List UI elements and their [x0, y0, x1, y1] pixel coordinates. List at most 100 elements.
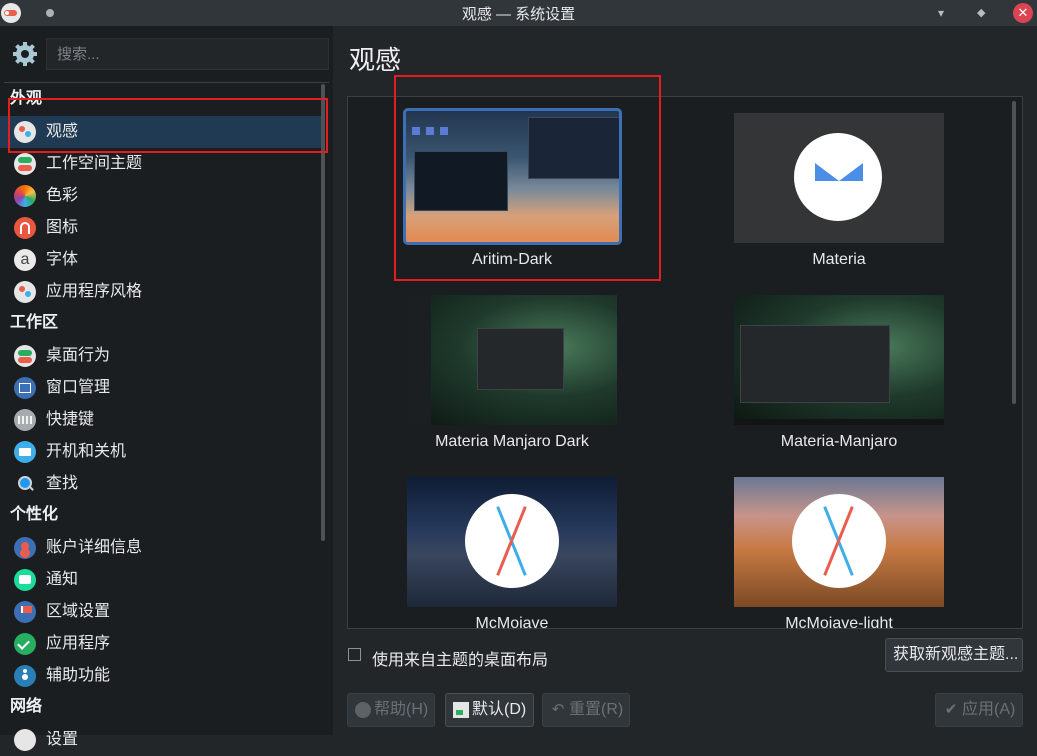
startup-shutdown-icon: [14, 441, 36, 463]
theme-preview: [734, 295, 944, 425]
colors-icon: [14, 185, 36, 207]
sidebar-item-search[interactable]: 查找: [0, 468, 322, 500]
sidebar-item-account[interactable]: 账户详细信息: [0, 532, 322, 564]
sidebar-item-label: 桌面行为: [46, 347, 111, 364]
network-settings-icon: [14, 729, 36, 751]
sidebar-item-shortcuts[interactable]: 快捷键: [0, 404, 322, 436]
sidebar-item-label: 观感: [46, 123, 79, 140]
sidebar-item-look-and-feel[interactable]: 观感: [0, 116, 322, 148]
sidebar-item-label: 图标: [46, 219, 79, 236]
theme-preview: [734, 477, 944, 607]
search-field[interactable]: [46, 38, 329, 70]
theme-preview: [407, 477, 617, 607]
button-label: 获取新观感主题...: [893, 646, 1019, 663]
sidebar-item-label: 工作空间主题: [46, 155, 143, 172]
preview-terminal: [413, 151, 508, 211]
theme-name: McMojave: [475, 615, 549, 629]
sidebar-item-desktop-behavior[interactable]: 桌面行为: [0, 340, 322, 372]
sidebar-item-label: 色彩: [46, 187, 79, 204]
preview-window: [477, 328, 564, 390]
appearance-icon: [14, 121, 36, 143]
sidebar-item-label: 应用程序风格: [46, 283, 143, 300]
sidebar-item-label: 区域设置: [46, 603, 111, 620]
sidebar-item-icons[interactable]: 图标: [0, 212, 322, 244]
theme-preview: [407, 295, 617, 425]
category-header-network: 网络: [10, 698, 43, 715]
theme-card-materia[interactable]: Materia: [729, 113, 949, 268]
preview-calendar: [527, 117, 619, 179]
theme-name: Aritim-Dark: [472, 251, 552, 268]
account-icon: [14, 537, 36, 559]
defaults-icon: [453, 702, 469, 718]
help-button[interactable]: 帮助(H): [347, 693, 435, 727]
theme-name: McMojave-light: [785, 615, 893, 629]
theme-grid-scrollbar[interactable]: [1012, 101, 1016, 404]
preview-window: [740, 325, 890, 403]
use-layout-label: 使用来自主题的桌面布局: [372, 652, 549, 669]
apply-button[interactable]: ✔ 应用(A): [935, 693, 1023, 727]
sidebar-item-network-settings[interactable]: 设置: [0, 724, 322, 756]
sidebar-item-fonts[interactable]: a 字体: [0, 244, 322, 276]
theme-card-mcmojave-light[interactable]: McMojave-light: [729, 477, 949, 628]
sidebar-item-applications[interactable]: 应用程序: [0, 628, 322, 660]
theme-grid: Aritim-Dark Materia Materia Manjaro Dark…: [347, 96, 1023, 629]
sidebar-item-window-management[interactable]: 窗口管理: [0, 372, 322, 404]
reset-button[interactable]: ↶ 重置(R): [542, 693, 630, 727]
settings-gear-icon[interactable]: [12, 41, 38, 67]
envelope-shape: [815, 163, 863, 181]
workspace-theme-icon: [14, 153, 36, 175]
macos-x-logo: [465, 494, 559, 588]
desktop-behavior-icon: [14, 345, 36, 367]
app-style-icon: [14, 281, 36, 303]
reset-icon: ↶: [551, 701, 565, 718]
theme-name: Materia: [812, 251, 866, 268]
button-label: 默认(D): [472, 701, 527, 718]
use-layout-checkbox[interactable]: [348, 648, 361, 661]
sidebar-item-label: 窗口管理: [46, 379, 111, 396]
preview-desktop-icons: [411, 127, 452, 135]
theme-card-materia-manjaro-dark[interactable]: Materia Manjaro Dark: [402, 295, 622, 450]
notifications-icon: [14, 569, 36, 591]
window-management-icon: [14, 377, 36, 399]
apply-check-icon: ✔: [944, 701, 958, 718]
sidebar: 外观 观感 工作空间主题 色彩 图标 a 字体 应用程序风格 工作区 桌面行为: [0, 26, 333, 751]
theme-preview: [734, 113, 944, 243]
category-header-workspace: 工作区: [10, 314, 59, 331]
theme-card-materia-manjaro[interactable]: Materia-Manjaro: [729, 295, 949, 450]
divider: [4, 82, 329, 83]
sidebar-item-accessibility[interactable]: 辅助功能: [0, 660, 322, 692]
sidebar-item-label: 通知: [46, 571, 79, 588]
sidebar-scrollbar[interactable]: [321, 84, 325, 541]
close-icon[interactable]: ✕: [1013, 3, 1033, 23]
search-settings-icon: [14, 473, 36, 495]
theme-preview: [402, 108, 622, 245]
sidebar-item-label: 开机和关机: [46, 443, 127, 460]
sidebar-item-label: 账户详细信息: [46, 539, 143, 556]
shortcuts-icon: [14, 409, 36, 431]
theme-card-mcmojave[interactable]: McMojave: [402, 477, 622, 628]
sidebar-item-colors[interactable]: 色彩: [0, 180, 322, 212]
sidebar-item-region[interactable]: 区域设置: [0, 596, 322, 628]
macos-x-logo: [792, 494, 886, 588]
help-icon: [355, 702, 371, 718]
theme-name: Materia Manjaro Dark: [435, 433, 589, 450]
button-label: 重置(R): [569, 701, 624, 718]
preview-panel: [407, 295, 431, 425]
sidebar-item-label: 查找: [46, 475, 79, 492]
icons-icon: [14, 217, 36, 239]
get-new-themes-button[interactable]: 获取新观感主题...: [885, 638, 1023, 672]
theme-card-aritim-dark[interactable]: Aritim-Dark: [402, 108, 622, 268]
minimize-icon[interactable]: ▾: [938, 7, 950, 19]
sidebar-item-startup-shutdown[interactable]: 开机和关机: [0, 436, 322, 468]
accessibility-icon: [14, 665, 36, 687]
search-input[interactable]: [47, 39, 328, 69]
sidebar-item-notifications[interactable]: 通知: [0, 564, 322, 596]
sidebar-item-app-style[interactable]: 应用程序风格: [0, 276, 322, 308]
button-label: 帮助(H): [374, 701, 429, 718]
maximize-icon[interactable]: ◆: [977, 7, 989, 19]
sidebar-item-label: 快捷键: [46, 411, 95, 428]
defaults-button[interactable]: 默认(D): [445, 693, 534, 727]
sidebar-item-workspace-theme[interactable]: 工作空间主题: [0, 148, 322, 180]
sidebar-item-label: 辅助功能: [46, 667, 111, 684]
region-icon: [14, 601, 36, 623]
